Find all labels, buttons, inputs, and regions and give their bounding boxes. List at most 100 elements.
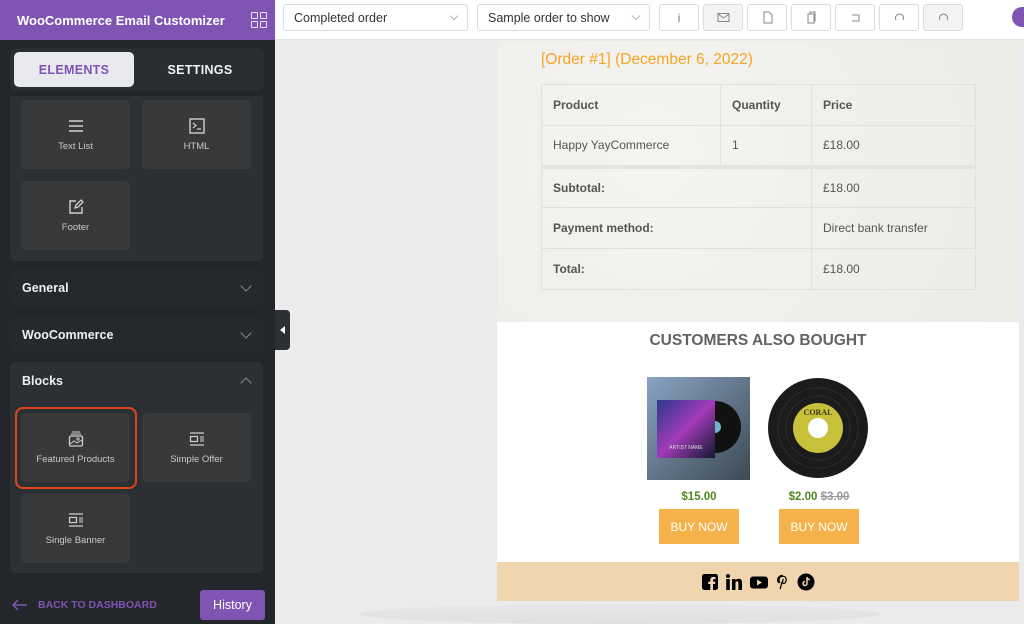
reset-button[interactable] — [923, 4, 963, 31]
chevron-up-icon — [240, 377, 252, 389]
element-text-list[interactable]: Text List — [21, 100, 130, 169]
file-icon — [763, 11, 772, 24]
section-label: WooCommerce — [22, 328, 114, 342]
apps-grid-icon[interactable] — [251, 12, 267, 28]
section-general[interactable]: General — [10, 269, 263, 307]
header-product: Product — [541, 84, 721, 126]
chevron-down-icon — [240, 327, 252, 339]
block-label: Simple Offer — [170, 454, 223, 465]
buy-now-button[interactable]: BUY NOW — [779, 509, 859, 544]
product-old-price: $3.00 — [820, 491, 850, 503]
section-woocommerce[interactable]: WooCommerce — [10, 316, 263, 354]
copy-template-button[interactable] — [791, 4, 831, 31]
redo-button[interactable] — [879, 4, 919, 31]
sidebar: WooCommerce Email Customizer ELEMENTS SE… — [0, 0, 275, 624]
info-button[interactable]: i — [659, 4, 699, 31]
order-title: [Order #1] (December 6, 2022) — [541, 51, 753, 68]
copy-icon — [807, 11, 815, 24]
product-price: $2.00 — [788, 491, 818, 503]
total-row: Total: £18.00 — [541, 248, 976, 290]
svg-text:ARTIST NAME: ARTIST NAME — [669, 445, 703, 451]
element-label: Footer — [61, 222, 90, 233]
chevron-down-icon — [240, 280, 252, 292]
product-image-record: CORAL — [768, 378, 868, 478]
sidebar-tabs: ELEMENTS SETTINGS — [10, 48, 264, 91]
back-label: BACK TO DASHBOARD — [38, 598, 157, 611]
table-header-row: Product Quantity Price — [541, 84, 976, 126]
element-footer[interactable]: Footer — [21, 181, 130, 250]
payment-value: Direct bank transfer — [811, 207, 976, 249]
youtube-icon[interactable] — [749, 573, 769, 591]
buy-now-button[interactable]: BUY NOW — [659, 509, 739, 544]
subtotal-label: Subtotal: — [541, 164, 812, 208]
block-featured-products[interactable]: Featured Products — [21, 413, 130, 482]
order-section: [Order #1] (December 6, 2022) Product Qu… — [497, 41, 1019, 322]
new-template-button[interactable] — [747, 4, 787, 31]
canvas-shadow — [360, 604, 880, 624]
sample-order-value: Sample order to show — [488, 10, 610, 25]
chevron-down-icon — [631, 11, 641, 21]
payment-label: Payment method: — [541, 207, 812, 249]
element-label: Text List — [58, 141, 93, 152]
product-price-group: $2.00 $3.00 — [767, 491, 871, 503]
featured-products-block[interactable]: CUSTOMERS ALSO BOUGHT ARTIST NAME $15.00… — [497, 322, 1019, 562]
email-type-value: Completed order — [294, 10, 388, 25]
header-price: Price — [811, 84, 976, 126]
tab-elements[interactable]: ELEMENTS — [14, 52, 134, 87]
undo-icon — [851, 14, 859, 22]
pinterest-icon[interactable] — [775, 573, 791, 591]
product-image-album: ARTIST NAME — [647, 377, 750, 480]
app-title: WooCommerce Email Customizer — [17, 12, 225, 28]
subtotal-value: £18.00 — [811, 164, 976, 208]
block-label: Featured Products — [36, 454, 115, 465]
cell-quantity: 1 — [720, 125, 812, 167]
history-button[interactable]: History — [200, 589, 265, 620]
header-quantity: Quantity — [720, 84, 812, 126]
arrow-left-icon — [12, 598, 27, 611]
send-test-email-button[interactable] — [703, 4, 743, 31]
subtotal-row: Subtotal: £18.00 — [541, 164, 976, 208]
block-single-banner[interactable]: Single Banner — [21, 494, 130, 563]
edit-icon — [68, 199, 84, 214]
elements-panel: Text List HTML Footer — [10, 96, 263, 261]
element-label: HTML — [183, 141, 210, 152]
email-preview: [Order #1] (December 6, 2022) Product Qu… — [497, 41, 1019, 601]
total-value: £18.00 — [811, 248, 976, 290]
sidebar-header: WooCommerce Email Customizer — [0, 0, 275, 40]
toolbar: Completed order Sample order to show i — [275, 0, 1024, 40]
cell-product: Happy YayCommerce — [541, 125, 721, 167]
layout-block-icon — [68, 513, 83, 527]
cell-price: £18.00 — [811, 125, 976, 167]
section-label: General — [22, 281, 69, 295]
collapse-sidebar-button[interactable] — [275, 310, 290, 350]
tiktok-icon[interactable] — [797, 573, 815, 591]
product-card: ARTIST NAME $15.00 BUY NOW — [647, 377, 751, 544]
info-icon: i — [677, 10, 681, 25]
mail-icon — [717, 13, 729, 22]
terminal-icon — [188, 118, 205, 134]
email-type-select[interactable]: Completed order — [283, 4, 468, 31]
undo-button[interactable] — [835, 4, 875, 31]
sample-order-select[interactable]: Sample order to show — [477, 4, 650, 31]
element-html[interactable]: HTML — [142, 100, 251, 169]
svg-text:CORAL: CORAL — [804, 408, 833, 417]
back-to-dashboard-link[interactable]: BACK TO DASHBOARD — [12, 599, 157, 611]
caret-left-icon — [280, 326, 285, 334]
facebook-icon[interactable] — [701, 573, 719, 591]
block-label: Single Banner — [45, 535, 106, 546]
linkedin-icon[interactable] — [725, 573, 743, 591]
block-simple-offer[interactable]: Simple Offer — [142, 413, 251, 482]
preview-toggle[interactable] — [1012, 7, 1024, 27]
table-row: Happy YayCommerce 1 £18.00 — [541, 125, 976, 167]
section-label: Blocks — [22, 374, 63, 388]
refresh-icon — [938, 13, 948, 21]
social-links — [497, 562, 1019, 601]
layout-block-icon — [189, 432, 204, 446]
rotate-icon — [894, 13, 904, 21]
product-price: $15.00 — [681, 491, 717, 503]
chevron-down-icon — [449, 11, 459, 21]
tab-settings[interactable]: SETTINGS — [140, 52, 260, 87]
product-card: CORAL $2.00 $3.00 BUY NOW — [767, 377, 871, 544]
section-blocks-header[interactable]: Blocks — [10, 362, 263, 400]
image-stack-icon — [68, 431, 83, 447]
